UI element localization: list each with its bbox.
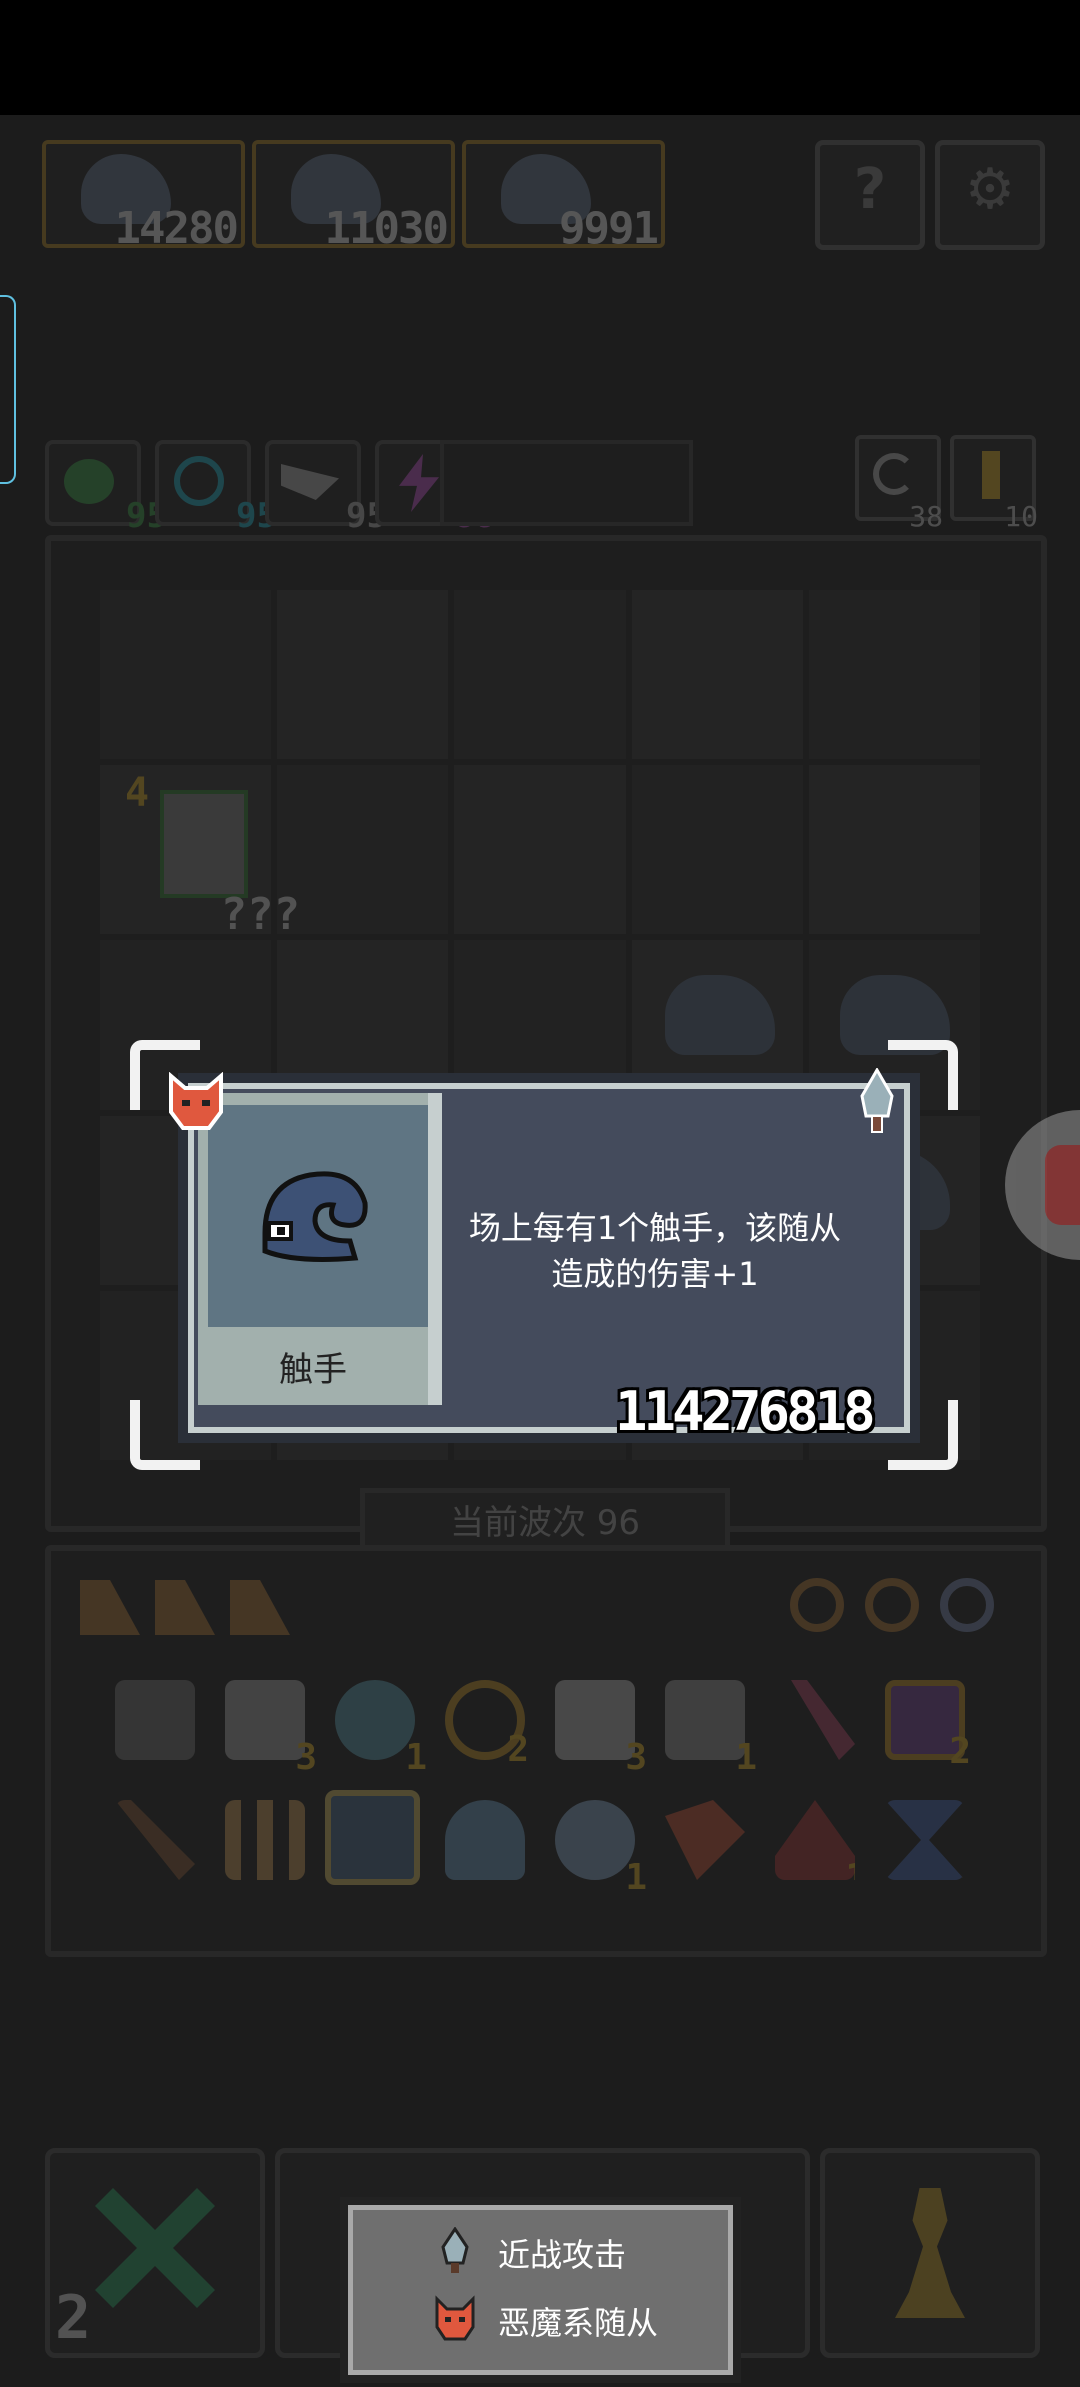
refresh-icon bbox=[873, 453, 915, 495]
description-line-1: 场上每有1个触手，该随从 bbox=[468, 1209, 842, 1247]
close-icon bbox=[95, 2188, 215, 2308]
knight-icon bbox=[160, 790, 248, 898]
board-cell[interactable] bbox=[454, 590, 626, 760]
unit-score: 114276818 bbox=[615, 1380, 876, 1443]
status-bar bbox=[0, 0, 1080, 115]
card-divider bbox=[428, 1093, 442, 1405]
pawn-icon bbox=[895, 2188, 965, 2318]
ring-icon[interactable] bbox=[865, 1578, 919, 1632]
cyan-swirl-icon bbox=[174, 456, 224, 506]
dice-icon[interactable] bbox=[155, 1580, 215, 1635]
ring-icon[interactable] bbox=[790, 1578, 844, 1632]
tentacle-icon bbox=[262, 1171, 368, 1262]
dice-slots bbox=[80, 1570, 305, 1640]
eye-icon[interactable]: 2 bbox=[445, 1680, 529, 1770]
item-count: 1 bbox=[735, 1737, 757, 1778]
dice-icon[interactable] bbox=[230, 1580, 290, 1635]
melee-attack-label: 近战攻击 bbox=[498, 2236, 627, 2274]
ring-icon[interactable] bbox=[940, 1578, 994, 1632]
demon-icon bbox=[169, 1072, 223, 1130]
item-count: 2 bbox=[949, 1731, 971, 1772]
side-tab[interactable] bbox=[0, 295, 16, 484]
wing-icon bbox=[281, 464, 339, 500]
settings-button[interactable]: ⚙ bbox=[935, 140, 1045, 250]
board-cell[interactable] bbox=[808, 590, 980, 760]
dagger-icon bbox=[860, 1068, 894, 1133]
score-box-2: 11030 bbox=[252, 140, 455, 254]
resource-bar bbox=[440, 440, 693, 526]
unit-tags-legend: 近战攻击 恶魔系随从 bbox=[340, 2197, 741, 2383]
cancel-count: 2 bbox=[55, 2283, 92, 2353]
key-value: 10 bbox=[1004, 500, 1038, 533]
unit-label: ??? bbox=[220, 889, 300, 940]
item-count: 2 bbox=[507, 1729, 529, 1770]
unit-description: 场上每有1个触手，该随从 造成的伤害+1 bbox=[445, 1205, 865, 1297]
score-box-1: 14280 bbox=[42, 140, 245, 254]
demon-icon bbox=[435, 2295, 475, 2341]
settings-icon: ⚙ bbox=[964, 157, 1016, 222]
green-gem-icon bbox=[64, 459, 114, 504]
item-count: 3 bbox=[295, 1737, 317, 1778]
description-line-2: 造成的伤害+1 bbox=[551, 1255, 759, 1293]
lightning-icon bbox=[399, 454, 439, 512]
heart-gem-icon[interactable]: 1 bbox=[335, 1680, 427, 1778]
board-cell[interactable] bbox=[100, 590, 272, 760]
tome-icon[interactable]: 2 bbox=[885, 1680, 971, 1772]
resource-wing: 95 bbox=[265, 440, 387, 536]
question-mark-icon: ? bbox=[853, 157, 887, 222]
dice-icon[interactable] bbox=[80, 1580, 140, 1635]
board-cell[interactable] bbox=[631, 765, 803, 935]
demon-minion-label: 恶魔系随从 bbox=[498, 2304, 659, 2342]
book-icon[interactable]: 1 bbox=[665, 1680, 757, 1778]
melee-attack-icon bbox=[441, 2227, 469, 2273]
board-cell[interactable] bbox=[631, 590, 803, 760]
board-cell[interactable] bbox=[808, 765, 980, 935]
key-counter[interactable]: 10 bbox=[950, 435, 1038, 533]
key-icon bbox=[982, 451, 1000, 499]
score-value: 11030 bbox=[324, 203, 449, 254]
resource-green: 95 bbox=[45, 440, 167, 536]
board-cell[interactable] bbox=[454, 765, 626, 935]
refresh-value: 38 bbox=[909, 500, 943, 533]
cancel-button[interactable]: 2 bbox=[45, 2148, 265, 2358]
item-count: 1 bbox=[625, 1857, 647, 1898]
score-box-3: 9991 bbox=[462, 140, 665, 254]
castle-icon[interactable]: 3 bbox=[555, 1680, 647, 1778]
unit-level: 4 bbox=[125, 770, 150, 816]
item-count: 1 bbox=[405, 1737, 427, 1778]
tomato-icon bbox=[1045, 1145, 1080, 1225]
scroll-icon[interactable]: 3 bbox=[225, 1680, 317, 1778]
bird-icon[interactable]: 1 bbox=[555, 1800, 647, 1898]
crown-icon[interactable] bbox=[325, 1790, 420, 1885]
resource-cyan: 95 bbox=[155, 440, 277, 536]
pawn-button[interactable] bbox=[820, 2148, 1040, 2358]
board-cell[interactable] bbox=[277, 765, 449, 935]
refresh-counter[interactable]: 38 bbox=[855, 435, 943, 533]
board-cell[interactable] bbox=[277, 590, 449, 760]
board-unit-knight[interactable]: 4 ??? bbox=[125, 770, 300, 940]
wave-label: 当前波次 96 bbox=[449, 1503, 641, 1543]
ring-slots bbox=[785, 1570, 1010, 1640]
item-count: 3 bbox=[625, 1737, 647, 1778]
score-value: 9991 bbox=[559, 203, 659, 254]
score-value: 14280 bbox=[114, 203, 239, 254]
unit-name: 触手 bbox=[279, 1350, 347, 1390]
box-icon[interactable] bbox=[115, 1680, 195, 1760]
rabbit-icon[interactable] bbox=[445, 1800, 525, 1880]
trident-icon[interactable] bbox=[225, 1800, 305, 1880]
help-button[interactable]: ? bbox=[815, 140, 925, 250]
